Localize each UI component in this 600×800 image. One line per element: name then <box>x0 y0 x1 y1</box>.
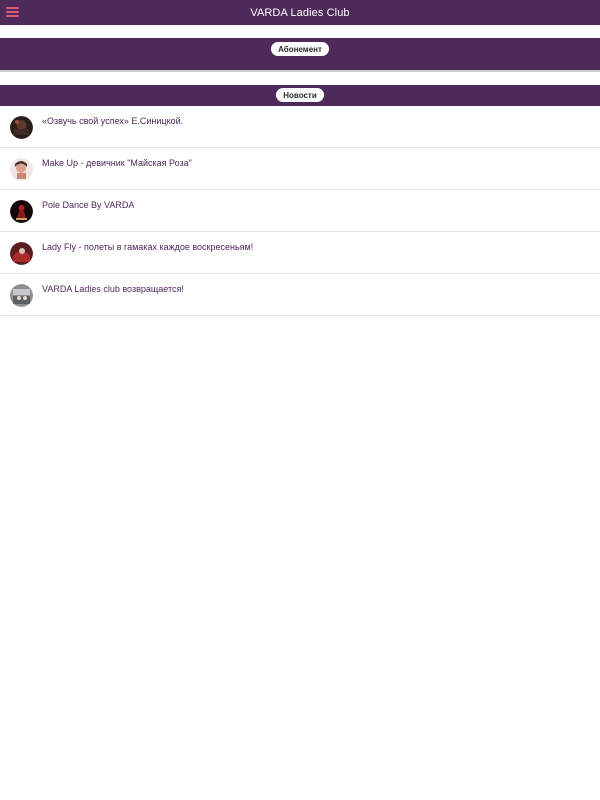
news-title: Make Up - девичник "Майская Роза" <box>42 158 192 168</box>
hamburger-menu-icon[interactable] <box>6 7 19 18</box>
news-thumbnail <box>10 200 33 223</box>
app-title: VARDA Ladies Club <box>250 6 350 19</box>
news-section-header: Новости <box>0 85 600 106</box>
news-item[interactable]: VARDA Ladies club возвращается! <box>0 274 600 316</box>
news-item[interactable]: Lady Fly - полеты в гамаках каждое воскр… <box>0 232 600 274</box>
top-app-bar: VARDA Ladies Club <box>0 0 600 25</box>
news-thumbnail <box>10 284 33 307</box>
news-thumbnail <box>10 158 33 181</box>
news-item[interactable]: Make Up - девичник "Майская Роза" <box>0 148 600 190</box>
news-title: Pole Dance By VARDA <box>42 200 135 210</box>
subscription-button[interactable]: Абонемент <box>271 42 329 56</box>
news-title: Lady Fly - полеты в гамаках каждое воскр… <box>42 242 254 252</box>
news-title: VARDA Ladies club возвращается! <box>42 284 184 294</box>
news-thumbnail <box>10 242 33 265</box>
subscription-section: Абонемент <box>0 38 600 72</box>
news-item[interactable]: «Озвучь свой успех» Е.Синицкой. <box>0 106 600 148</box>
news-button[interactable]: Новости <box>276 88 324 102</box>
news-thumbnail <box>10 116 33 139</box>
news-item[interactable]: Pole Dance By VARDA <box>0 190 600 232</box>
news-list: «Озвучь свой успех» Е.Синицкой. Make Up … <box>0 106 600 316</box>
news-title: «Озвучь свой успех» Е.Синицкой. <box>42 116 184 126</box>
